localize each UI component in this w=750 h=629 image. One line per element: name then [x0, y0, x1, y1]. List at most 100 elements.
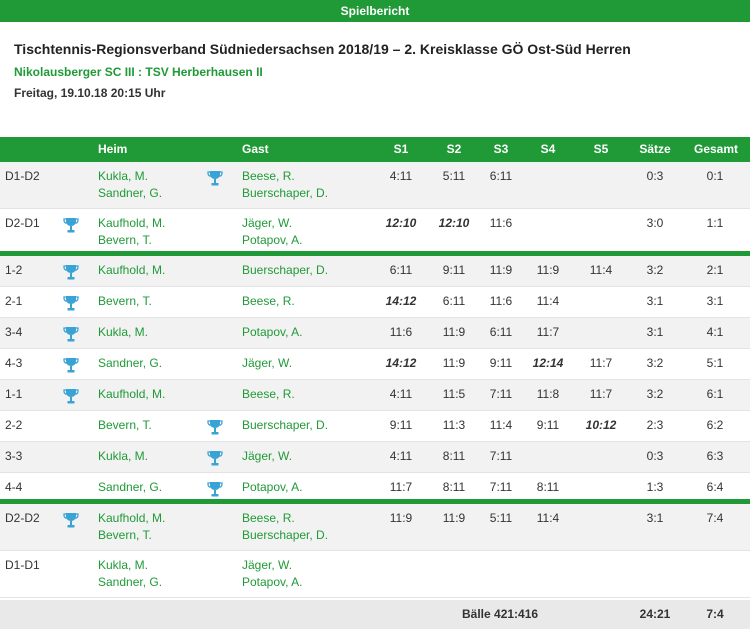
col-saetze: Sätze [639, 142, 671, 156]
table-row: 3-4 Kukla, M. Potapov, A. 11:6 11:9 6:11 11:7 3… [0, 318, 750, 349]
gesamt-score: 0:1 [706, 169, 724, 183]
guest-player[interactable]: Jäger, W. [242, 216, 292, 230]
set-score: 11:9 [442, 356, 466, 370]
home-player[interactable]: Kaufhold, M. [98, 263, 165, 277]
set-score: 6:11 [389, 263, 413, 277]
set-score: 7:11 [489, 387, 513, 401]
trophy-icon [207, 450, 223, 468]
gesamt-score: 6:1 [706, 387, 724, 401]
home-player[interactable]: Sandner, G. [98, 480, 162, 494]
trophy-icon [63, 326, 79, 344]
guest-player[interactable]: Buerschaper, D. [242, 186, 328, 200]
set-score: 11:6 [489, 216, 513, 230]
set-score: 11:9 [536, 263, 560, 277]
set-score: 11:9 [442, 511, 466, 525]
guest-player[interactable]: Jäger, W. [242, 449, 292, 463]
home-player[interactable]: Bevern, T. [98, 418, 152, 432]
guest-player[interactable]: Potapov, A. [242, 575, 303, 589]
set-score: 11:4 [589, 263, 613, 277]
col-s4: S4 [540, 142, 556, 156]
set-score: 11:7 [536, 325, 560, 339]
saetze-score: 3:2 [646, 356, 664, 370]
saetze-score: 0:3 [646, 449, 664, 463]
set-score: 11:4 [536, 511, 560, 525]
set-score: 6:11 [442, 294, 466, 308]
gesamt-score: 1:1 [706, 216, 724, 230]
guest-player[interactable]: Beese, R. [242, 387, 295, 401]
saetze-score: 3:1 [646, 294, 664, 308]
guest-player[interactable]: Buerschaper, D. [242, 418, 328, 432]
table-row: D1-D1 Kukla, M. Sandner, G. Jäger, W. Potapo… [0, 551, 750, 598]
guest-player[interactable]: Beese, R. [242, 169, 295, 183]
set-score: 4:11 [389, 387, 413, 401]
home-player[interactable]: Bevern, T. [98, 233, 152, 247]
home-player[interactable]: Sandner, G. [98, 575, 162, 589]
set-score: 11:3 [442, 418, 466, 432]
saetze-score: 2:3 [646, 418, 664, 432]
set-score: 9:11 [442, 263, 466, 277]
match-label: D1-D1 [5, 558, 40, 572]
guest-player[interactable]: Potapov, A. [242, 325, 303, 339]
match-label: 2-2 [5, 418, 23, 432]
set-score: 11:7 [589, 356, 613, 370]
home-player[interactable]: Bevern, T. [98, 294, 152, 308]
league-title: Tischtennis-Regionsverband Südniedersach… [14, 41, 631, 57]
set-score: 12:10 [385, 216, 417, 230]
col-s3: S3 [493, 142, 509, 156]
match-label: D2-D2 [5, 511, 40, 525]
home-player[interactable]: Kaufhold, M. [98, 387, 165, 401]
saetze-score: 3:2 [646, 387, 664, 401]
table-row: 1-2 Kaufhold, M. Buerschaper, D. 6:11 9:11 11… [0, 256, 750, 287]
guest-player[interactable]: Jäger, W. [242, 356, 292, 370]
set-score: 4:11 [389, 169, 413, 183]
guest-player[interactable]: Beese, R. [242, 294, 295, 308]
set-score: 4:11 [389, 449, 413, 463]
set-score: 11:7 [589, 387, 613, 401]
set-score: 11:6 [489, 294, 513, 308]
set-score: 12:14 [532, 356, 564, 370]
table-row: D1-D2 Kukla, M. Sandner, G. Beese, R. Buersc… [0, 162, 750, 209]
home-player[interactable]: Kukla, M. [98, 449, 148, 463]
trophy-icon [207, 481, 223, 499]
home-player[interactable]: Kukla, M. [98, 169, 148, 183]
home-player[interactable]: Kaufhold, M. [98, 216, 165, 230]
set-score: 11:9 [389, 511, 413, 525]
gesamt-score: 6:3 [706, 449, 724, 463]
table-row: 1-1 Kaufhold, M. Beese, R. 4:11 11:5 7:11 11:8… [0, 380, 750, 411]
guest-player[interactable]: Buerschaper, D. [242, 528, 328, 542]
saetze-score: 3:2 [646, 263, 664, 277]
col-gesamt: Gesamt [693, 142, 739, 156]
gesamt-score: 3:1 [706, 294, 724, 308]
trophy-icon [207, 170, 223, 188]
home-player[interactable]: Sandner, G. [98, 186, 162, 200]
report-title-bar: Spielbericht [0, 0, 750, 22]
col-s2: S2 [446, 142, 462, 156]
home-player[interactable]: Kukla, M. [98, 558, 148, 572]
set-score: 11:9 [442, 325, 466, 339]
set-score: 8:11 [442, 449, 466, 463]
guest-player[interactable]: Buerschaper, D. [242, 263, 328, 277]
set-score: 10:12 [585, 418, 617, 432]
home-player[interactable]: Kukla, M. [98, 325, 148, 339]
set-score: 8:11 [442, 480, 466, 494]
set-score: 12:10 [438, 216, 470, 230]
guest-player[interactable]: Jäger, W. [242, 558, 292, 572]
set-score: 9:11 [536, 418, 560, 432]
trophy-icon [63, 357, 79, 375]
set-score: 11:5 [442, 387, 466, 401]
teams-link[interactable]: Nikolausberger SC III : TSV Herberhausen… [14, 65, 736, 79]
guest-player[interactable]: Potapov, A. [242, 233, 303, 247]
home-player[interactable]: Kaufhold, M. [98, 511, 165, 525]
set-score: 6:11 [489, 325, 513, 339]
set-score: 11:7 [389, 480, 413, 494]
gesamt-total: 7:4 [706, 607, 724, 621]
guest-player[interactable]: Potapov, A. [242, 480, 303, 494]
set-score: 8:11 [536, 480, 560, 494]
trophy-icon [207, 419, 223, 437]
match-label: 4-3 [5, 356, 23, 370]
set-score: 11:9 [489, 263, 513, 277]
home-player[interactable]: Sandner, G. [98, 356, 162, 370]
home-player[interactable]: Bevern, T. [98, 528, 152, 542]
set-score: 7:11 [489, 480, 513, 494]
guest-player[interactable]: Beese, R. [242, 511, 295, 525]
